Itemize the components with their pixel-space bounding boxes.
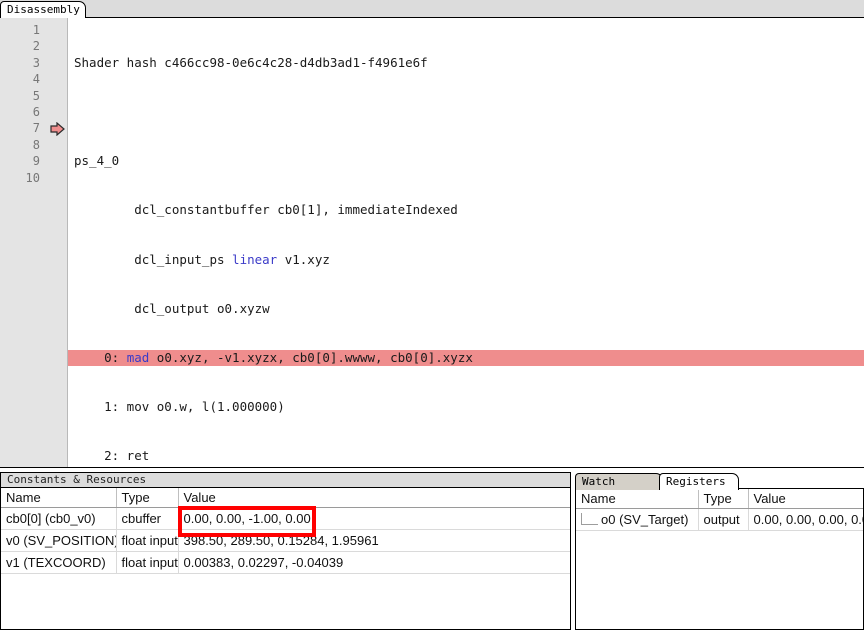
- line-number: 3: [32, 55, 40, 70]
- cell-value: 0.00, 0.00, -1.00, 0.00: [178, 507, 570, 530]
- table-row[interactable]: v1 (TEXCOORD) float input 0.00383, 0.022…: [1, 551, 570, 574]
- cell-value: 0.00383, 0.02297, -0.04039: [178, 551, 570, 574]
- code-line: dcl_input_ps linear v1.xyz: [68, 252, 864, 268]
- code-keyword: linear: [232, 251, 278, 267]
- column-header-type[interactable]: Type: [116, 488, 179, 508]
- line-number: 5: [32, 88, 40, 103]
- disassembly-tabstrip: Disassembly: [0, 0, 864, 18]
- registers-table-container: Name Type Value o0 (SV_Target) output 0.…: [575, 489, 864, 630]
- constants-and-resources-panel: Constants & Resources Name Type Value cb…: [0, 472, 571, 630]
- line-number: 4: [32, 72, 40, 87]
- table-row[interactable]: o0 (SV_Target) output 0.00, 0.00, 0.00, …: [576, 508, 863, 531]
- code-text: v1.xyz: [277, 251, 330, 267]
- cell-name: v0 (SV_POSITION): [1, 529, 117, 552]
- breakpoint-margin[interactable]: [48, 22, 68, 467]
- code-line: Shader hash c466cc98-0e6c4c28-d4db3ad1-f…: [74, 54, 428, 70]
- code-line: dcl_constantbuffer cb0[1], immediateInde…: [74, 202, 458, 218]
- code-line: 1: mov o0.w, l(1.000000): [74, 399, 285, 415]
- column-header-value[interactable]: Value: [748, 489, 863, 509]
- cell-name: v1 (TEXCOORD): [1, 551, 117, 574]
- code-keyword: mad: [126, 350, 150, 366]
- constants-panel-caption: Constants & Resources: [1, 473, 570, 488]
- cell-type: float input: [116, 529, 179, 552]
- registers-tabstrip: Watch Registers: [575, 472, 864, 490]
- code-text: dcl_input_ps: [74, 251, 233, 267]
- registers-panel: Watch Registers Name Type Value o0 (SV_T…: [575, 472, 864, 630]
- code-line: ps_4_0: [74, 153, 120, 169]
- disassembly-panel: Disassembly 1 2 3 4 5 6 7 8 9 10 Shader …: [0, 0, 864, 470]
- column-header-name[interactable]: Name: [576, 489, 699, 509]
- code-line: dcl_output o0.xyzw: [74, 300, 270, 316]
- cell-name: o0 (SV_Target): [576, 508, 699, 531]
- code-line-current: 0: mad o0.xyz, -v1.xyzx, cb0[0].wwww, cb…: [68, 350, 864, 367]
- register-name: o0 (SV_Target): [601, 511, 689, 527]
- disassembly-code[interactable]: Shader hash c466cc98-0e6c4c28-d4db3ad1-f…: [68, 22, 864, 467]
- line-number: 8: [32, 137, 40, 152]
- line-numbers: 1 2 3 4 5 6 7 8 9 10: [0, 22, 40, 186]
- cell-type: output: [698, 508, 749, 531]
- line-number: 10: [25, 170, 40, 185]
- tab-disassembly[interactable]: Disassembly: [0, 1, 86, 18]
- constants-table: Name Type Value cb0[0] (cb0_v0) cbuffer …: [1, 488, 570, 574]
- line-number: 9: [32, 154, 40, 169]
- column-header-type[interactable]: Type: [698, 489, 749, 509]
- tree-branch-icon: [581, 513, 598, 526]
- column-header-value[interactable]: Value: [178, 488, 570, 508]
- cell-value: 0.00, 0.00, 0.00, 0.00: [748, 508, 863, 531]
- line-number: 1: [32, 23, 40, 37]
- table-row[interactable]: v0 (SV_POSITION) float input 398.50, 289…: [1, 529, 570, 552]
- code-text: 0:: [74, 350, 127, 366]
- tab-registers[interactable]: Registers: [659, 473, 739, 490]
- registers-table-header-row: Name Type Value: [576, 489, 863, 509]
- constants-table-header-row: Name Type Value: [1, 488, 570, 508]
- code-text: o0.xyz, -v1.xyzx, cb0[0].wwww, cb0[0].xy…: [149, 350, 473, 366]
- cell-type: cbuffer: [116, 507, 179, 530]
- line-number: 7: [32, 121, 40, 136]
- cell-type: float input: [116, 551, 179, 574]
- registers-table: Name Type Value o0 (SV_Target) output 0.…: [576, 489, 863, 531]
- disassembly-editor[interactable]: 1 2 3 4 5 6 7 8 9 10 Shader hash c466cc9…: [0, 18, 864, 468]
- cell-name: cb0[0] (cb0_v0): [1, 507, 117, 530]
- column-header-name[interactable]: Name: [1, 488, 117, 508]
- code-line: 2: ret: [74, 448, 150, 464]
- table-row[interactable]: cb0[0] (cb0_v0) cbuffer 0.00, 0.00, -1.0…: [1, 507, 570, 530]
- execution-pointer-arrow-icon: [50, 122, 65, 137]
- cell-value: 398.50, 289.50, 0.15284, 1.95961: [178, 529, 570, 552]
- tab-watch[interactable]: Watch: [575, 473, 663, 490]
- line-number: 2: [32, 39, 40, 54]
- line-number-gutter: 1 2 3 4 5 6 7 8 9 10: [0, 18, 68, 467]
- line-number: 6: [32, 104, 40, 119]
